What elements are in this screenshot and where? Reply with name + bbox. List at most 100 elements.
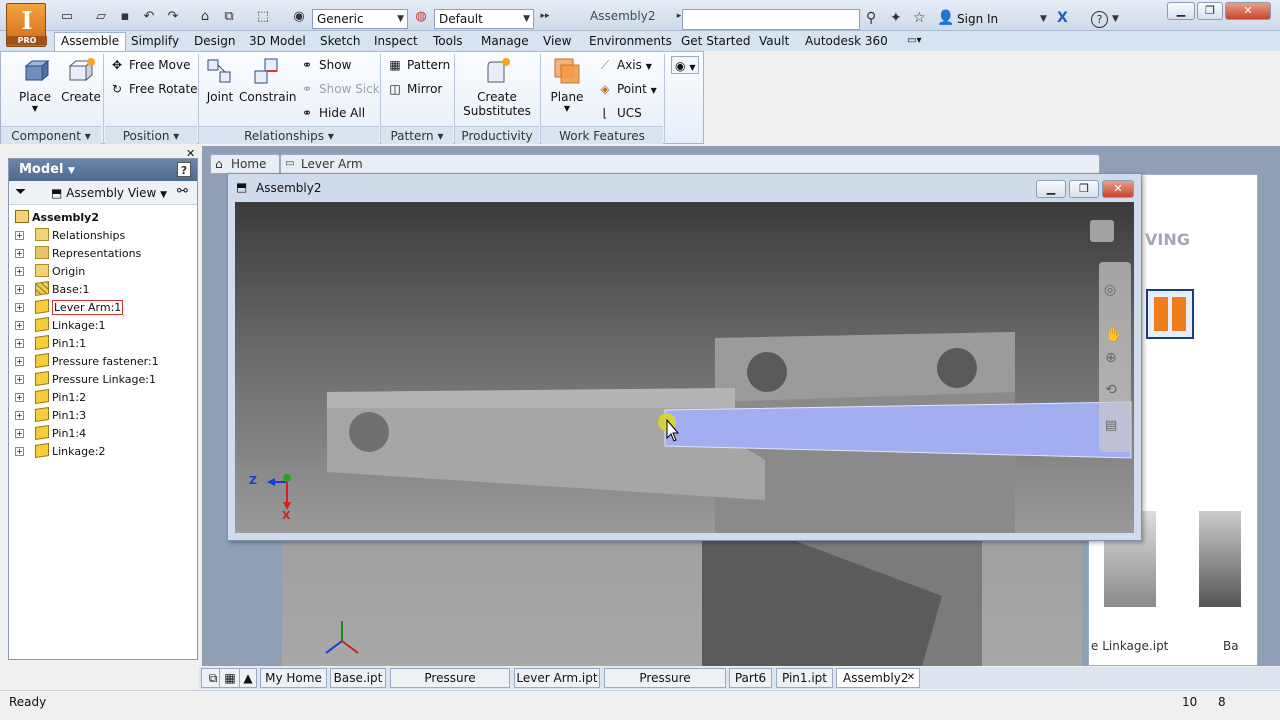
- filter-icon[interactable]: ⏷: [15, 184, 26, 200]
- show-button[interactable]: ⚭ Show: [299, 56, 351, 74]
- close-button[interactable]: ✕: [1225, 2, 1271, 20]
- pattern-button[interactable]: ▦ Pattern: [387, 56, 450, 74]
- favorites-icon[interactable]: ☆: [913, 10, 926, 26]
- tree-root[interactable]: Assembly2: [9, 209, 197, 227]
- maximize-button[interactable]: ❐: [1197, 2, 1223, 20]
- color-wheel-icon[interactable]: ◉: [290, 9, 308, 24]
- chevron-down-icon[interactable]: ▼: [1040, 14, 1047, 24]
- expand-icon[interactable]: +: [15, 303, 24, 312]
- tab-base-ipt[interactable]: Base.ipt: [330, 668, 386, 688]
- position-group-label[interactable]: Position ▾: [105, 126, 197, 144]
- base-thumbnail[interactable]: [1199, 511, 1241, 607]
- expand-icon[interactable]: +: [15, 339, 24, 348]
- close-button[interactable]: ✕: [1102, 180, 1134, 198]
- select-icon[interactable]: ⬚: [254, 9, 272, 24]
- show-sick-button[interactable]: ⚭ Show Sick: [299, 80, 380, 98]
- lever-arm-doc-window-tab[interactable]: ▭ Lever Arm: [280, 154, 1100, 174]
- zoom-icon[interactable]: ⊕: [1105, 350, 1117, 366]
- component-group-label[interactable]: Component ▾: [1, 126, 101, 144]
- tab-environments[interactable]: Environments: [589, 33, 672, 49]
- graphics-viewport[interactable]: Z X ◎ ✋ ⊕ ⟲ ▤: [235, 202, 1134, 533]
- material-combo[interactable]: Generic ▼: [312, 9, 408, 29]
- steering-wheel-icon[interactable]: ◎: [1104, 282, 1116, 298]
- tree-item-pin1-3[interactable]: + Pin1:3: [9, 407, 197, 425]
- cascade-windows-icon[interactable]: ▦: [219, 668, 241, 688]
- tab-inspect[interactable]: Inspect: [374, 33, 418, 49]
- assembly-view-dropdown[interactable]: ⬒ Assembly View ▼: [51, 186, 167, 200]
- tree-item-pressure-fastener[interactable]: + Pressure fastener:1: [9, 353, 197, 371]
- undo-icon[interactable]: ↶: [140, 9, 158, 24]
- view-face-icon[interactable]: ▤: [1105, 418, 1117, 433]
- orbit-icon[interactable]: ⟲: [1105, 382, 1117, 398]
- ribbon-minimize-icon[interactable]: ▭▾: [907, 33, 921, 49]
- tab-autodesk-360[interactable]: Autodesk 360: [805, 33, 888, 49]
- plane-button[interactable]: Plane ▼: [547, 56, 587, 113]
- update-icon[interactable]: ⧉: [220, 9, 238, 24]
- expand-icon[interactable]: +: [15, 231, 24, 240]
- tree-item-origin[interactable]: + Origin: [9, 263, 197, 281]
- tree-item-pin1-1[interactable]: + Pin1:1: [9, 335, 197, 353]
- expand-icon[interactable]: +: [15, 411, 24, 420]
- expand-icon[interactable]: +: [15, 321, 24, 330]
- tree-item-pressure-linkage[interactable]: + Pressure Linkage:1: [9, 371, 197, 389]
- find-icon[interactable]: ⚯: [177, 184, 188, 199]
- help-search-input[interactable]: [682, 9, 860, 30]
- tab-part6[interactable]: Part6: [729, 668, 772, 688]
- tree-item-lever-arm[interactable]: + Lever Arm:1: [9, 299, 197, 317]
- help-icon[interactable]: ?: [1091, 11, 1108, 28]
- expand-icon[interactable]: +: [15, 429, 24, 438]
- expand-icon[interactable]: +: [15, 375, 24, 384]
- expand-icon[interactable]: +: [15, 447, 24, 456]
- relationships-group-label[interactable]: Relationships ▾: [199, 126, 379, 144]
- ucs-button[interactable]: ⌊ UCS: [597, 104, 642, 122]
- tree-item-linkage-1[interactable]: + Linkage:1: [9, 317, 197, 335]
- tree-item-pin1-2[interactable]: + Pin1:2: [9, 389, 197, 407]
- tree-item-linkage-2[interactable]: + Linkage:2: [9, 443, 197, 461]
- tab-manage[interactable]: Manage: [481, 33, 529, 49]
- pan-icon[interactable]: ✋: [1105, 327, 1122, 343]
- appearance-combo[interactable]: Default ▼: [434, 9, 534, 29]
- panel-options-button[interactable]: ◉ ▼: [671, 56, 700, 74]
- chevron-down-icon[interactable]: ▼: [1112, 14, 1119, 24]
- expand-icon[interactable]: +: [15, 393, 24, 402]
- open-icon[interactable]: ▱: [92, 9, 110, 24]
- point-button[interactable]: ◈ Point ▼: [597, 80, 656, 98]
- minimize-button[interactable]: ▁: [1036, 180, 1066, 198]
- mirror-button[interactable]: ◫ Mirror: [387, 80, 442, 98]
- assembly-template-icon[interactable]: [1146, 289, 1194, 339]
- constrain-button[interactable]: Constrain: [239, 56, 297, 104]
- joint-button[interactable]: Joint: [201, 56, 239, 104]
- new-icon[interactable]: ▭: [58, 9, 76, 24]
- sign-in-link[interactable]: Sign In: [957, 12, 998, 26]
- tree-item-base[interactable]: + Base:1: [9, 281, 197, 299]
- expand-icon[interactable]: +: [15, 267, 24, 276]
- save-icon[interactable]: ▪: [116, 9, 134, 24]
- tree-item-representations[interactable]: + Representations: [9, 245, 197, 263]
- expand-icon[interactable]: +: [15, 285, 24, 294]
- maximize-button[interactable]: ❐: [1069, 180, 1099, 198]
- expand-icon[interactable]: +: [15, 357, 24, 366]
- home-icon[interactable]: ⌂: [196, 9, 214, 24]
- tab-assembly2[interactable]: Assembly2 ✕: [836, 668, 920, 688]
- tab-tools[interactable]: Tools: [433, 33, 463, 49]
- application-menu-button[interactable]: I PRO: [6, 3, 47, 47]
- create-substitutes-button[interactable]: Create Substitutes: [461, 56, 533, 118]
- pattern-group-label[interactable]: Pattern ▾: [381, 126, 453, 144]
- browser-header[interactable]: Model ▼ ?: [9, 159, 197, 181]
- axis-button[interactable]: ⟋ Axis ▼: [597, 56, 652, 74]
- search-icon[interactable]: ⚲: [866, 10, 876, 26]
- subscription-icon[interactable]: ✦: [890, 10, 902, 26]
- home-doc-window-tab[interactable]: ⌂ Home: [210, 154, 280, 174]
- tab-vault[interactable]: Vault: [759, 33, 789, 49]
- tab-pressure-fastener-ipt[interactable]: Pressure fastener.ipt: [604, 668, 726, 703]
- close-icon[interactable]: ✕: [907, 669, 915, 687]
- browser-help-button[interactable]: ?: [177, 162, 191, 177]
- tree-item-pin1-4[interactable]: + Pin1:4: [9, 425, 197, 443]
- tab-assemble[interactable]: Assemble: [54, 32, 127, 52]
- tab-simplify[interactable]: Simplify: [131, 33, 179, 49]
- tab-3d-model[interactable]: 3D Model: [249, 33, 306, 49]
- tab-pressure-linkage-ipt[interactable]: Pressure Linkage.ipt: [390, 668, 510, 703]
- tab-pin1-ipt[interactable]: Pin1.ipt: [776, 668, 833, 688]
- tab-my-home[interactable]: My Home: [260, 668, 327, 688]
- tab-lever-arm-ipt[interactable]: Lever Arm.ipt: [514, 668, 600, 688]
